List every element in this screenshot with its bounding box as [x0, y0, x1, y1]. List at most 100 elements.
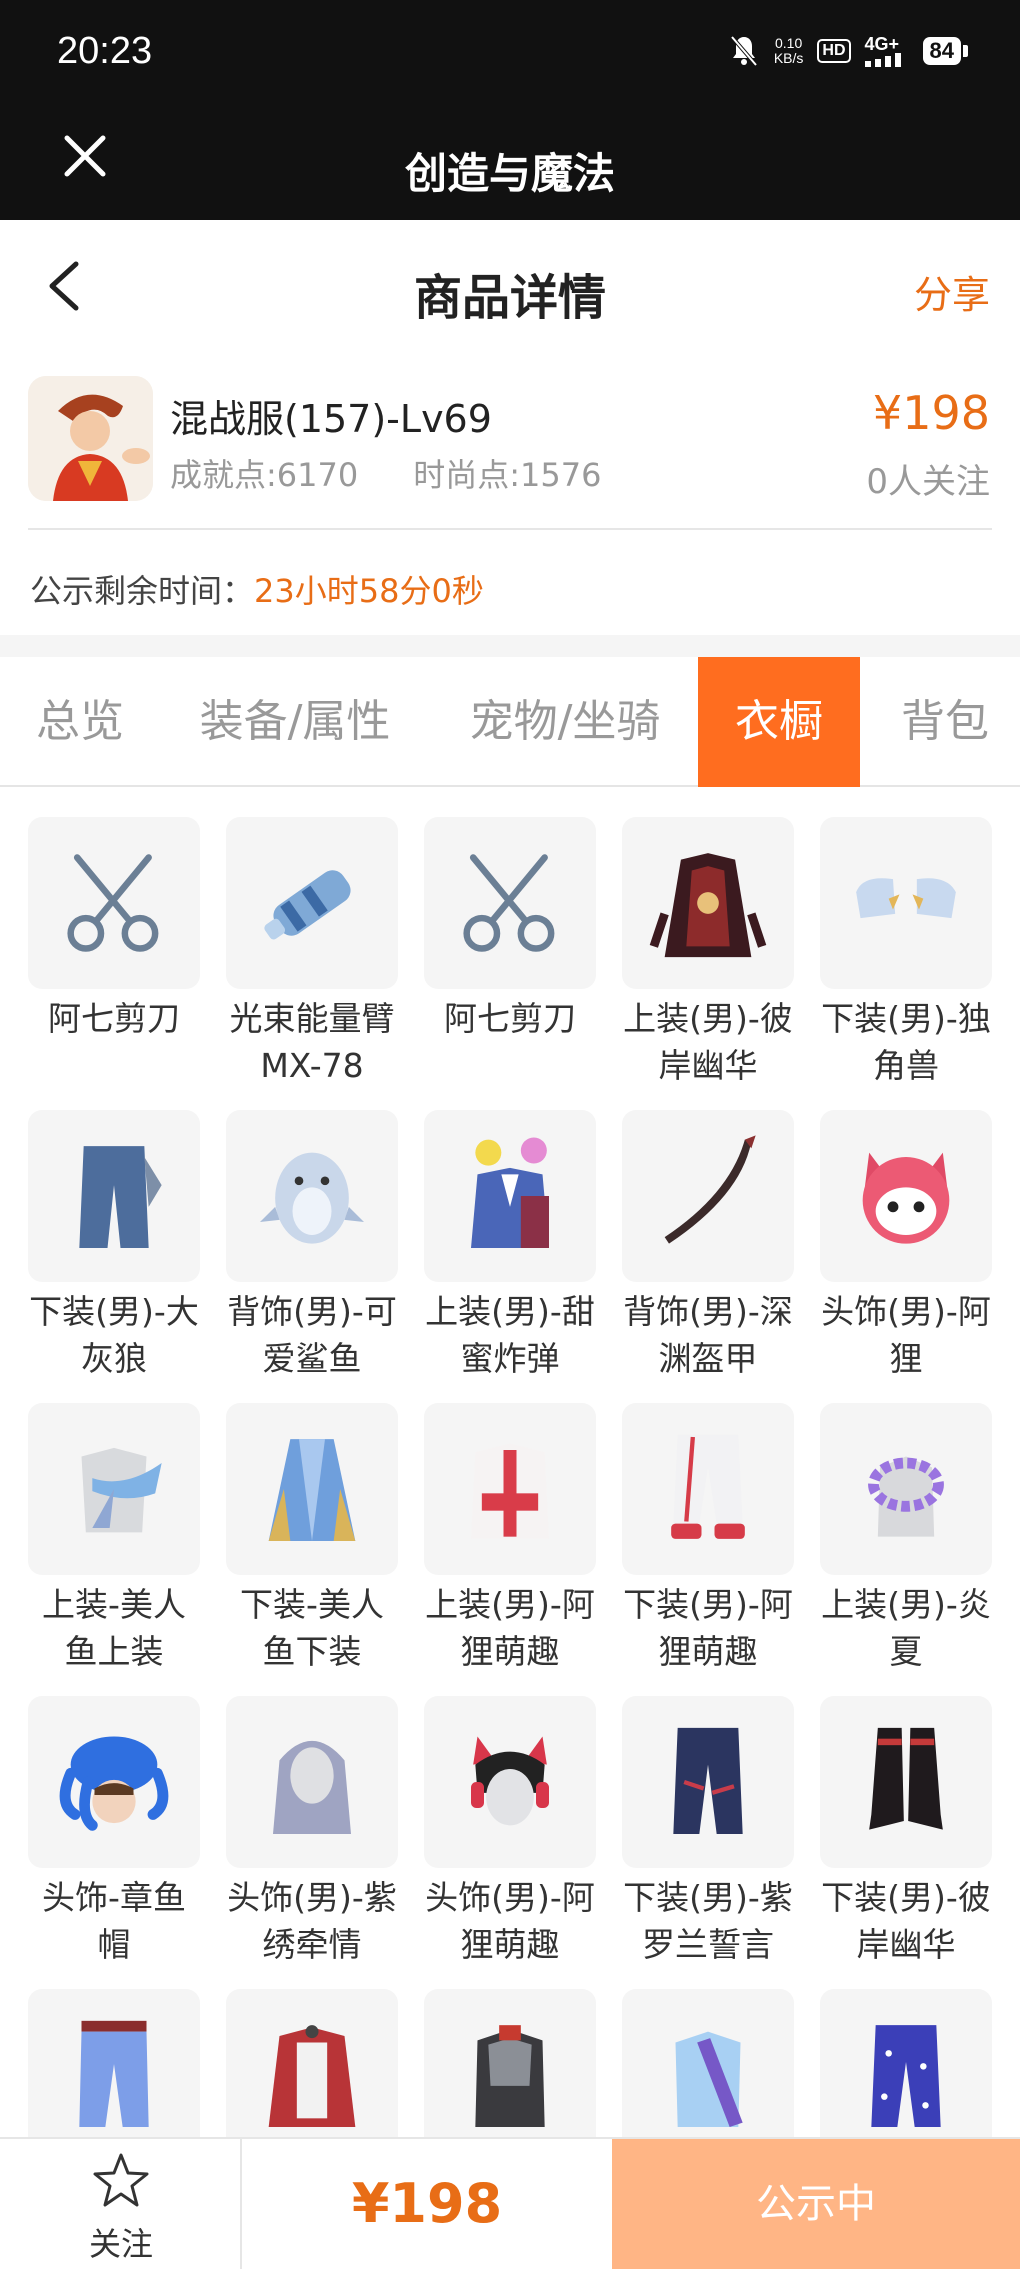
app-bar: 创造与魔法: [0, 110, 1020, 220]
wardrobe-item[interactable]: 头饰(男)-阿狸: [820, 1110, 992, 1382]
wardrobe-item-label: 头饰(男)-阿狸: [821, 1292, 991, 1378]
wardrobe-item-thumbnail: [226, 1989, 398, 2161]
wardrobe-item-thumbnail: [424, 1989, 596, 2161]
wardrobe-item[interactable]: 下装(男)-大 灰狼: [28, 1110, 200, 1382]
bottom-bar: 关注 ¥198 公示中: [0, 2137, 1020, 2269]
tab-backpack[interactable]: 背包: [870, 657, 1020, 787]
octopus-hat-icon: [59, 1736, 169, 1831]
wardrobe-item-label: 上装(男)-阿 狸萌趣: [425, 1585, 595, 1671]
wardrobe-item-thumbnail: [820, 1110, 992, 1282]
jeans-icon: [673, 1727, 743, 1834]
wardrobe-item-thumbnail: [424, 817, 596, 989]
wardrobe-item-label: 下装(男)-紫 罗兰誓言: [623, 1878, 793, 1964]
wardrobe-item[interactable]: 上装(男)-炎夏: [820, 1403, 992, 1675]
wardrobe-item-thumbnail: [226, 1110, 398, 1282]
wardrobe-item-thumbnail: [424, 1696, 596, 1868]
bottom-price: ¥198: [351, 2172, 503, 2235]
character-portrait-icon: [28, 376, 153, 501]
wardrobe-item-label: 阿七剪刀: [48, 999, 180, 1038]
blue-top-icon: [675, 2031, 743, 2127]
arm-cannon-icon: [264, 870, 351, 940]
tab-pets[interactable]: 宠物/坐骑: [440, 657, 690, 787]
status-icons: 0.10 KB/s HD 4G+ 84: [728, 34, 968, 68]
wardrobe-item-label: 上装(男)-甜 蜜炸弹: [425, 1292, 595, 1378]
signal-indicator: 4G+: [864, 35, 909, 67]
divider: [28, 528, 992, 530]
wardrobe-item-thumbnail: [820, 1989, 992, 2161]
wardrobe-item-thumbnail: [28, 1696, 200, 1868]
wardrobe-item[interactable]: 头饰(男)-阿 狸萌趣: [424, 1696, 596, 1968]
product-name: 混战服(157)-Lv69: [170, 397, 492, 441]
suit-icon: [471, 1137, 549, 1248]
wardrobe-item-label: 阿七剪刀: [444, 999, 576, 1038]
wardrobe-item[interactable]: 上装(男)-彼 岸幽华: [622, 817, 794, 1089]
battery-cap: [963, 45, 968, 57]
wardrobe-item[interactable]: 背饰(男)-可 爱鲨鱼: [226, 1110, 398, 1382]
scissors-icon: [463, 854, 555, 952]
wardrobe-item-thumbnail: [226, 1403, 398, 1575]
wardrobe-item[interactable]: 下装(男)-独 角兽: [820, 817, 992, 1089]
tab-wardrobe[interactable]: 衣橱: [698, 657, 860, 787]
publicity-notice: 公示剩余时间：23小时58分0秒: [30, 566, 484, 612]
wardrobe-item[interactable]: 阿七剪刀: [424, 817, 596, 1042]
wardrobe-item-thumbnail: [622, 1989, 794, 2161]
boots-icon: [856, 878, 956, 919]
page-header: 商品详情 分享: [0, 220, 1020, 350]
wardrobe-item-thumbnail: [622, 1110, 794, 1282]
wardrobe-item[interactable]: 头饰-章鱼帽: [28, 1696, 200, 1968]
net-speed: 0.10 KB/s: [773, 35, 804, 66]
wardrobe-item-label: 光束能量臂 MX-78: [229, 999, 395, 1085]
wardrobe-item-label: 背饰(男)-深 渊盔甲: [623, 1292, 793, 1378]
wardrobe-item[interactable]: 下装(男)-阿 狸萌趣: [622, 1403, 794, 1675]
follow-label: 关注: [88, 2225, 153, 2263]
long-hair-icon: [273, 1740, 351, 1834]
wardrobe-item-label: 下装(男)-彼 岸幽华: [821, 1878, 991, 1964]
wardrobe-item[interactable]: 上装(男)-甜 蜜炸弹: [424, 1110, 596, 1382]
wardrobe-item-thumbnail: [820, 817, 992, 989]
status-time: 20:23: [57, 30, 153, 72]
product-stats: 成就点:6170 时尚点:1576: [170, 450, 601, 496]
wardrobe-item-label: 头饰(男)-阿 狸萌趣: [425, 1878, 595, 1964]
red-cape-icon: [268, 2025, 356, 2127]
mermaid-skirt-icon: [268, 1439, 356, 1541]
wardrobe-item[interactable]: 背饰(男)-深 渊盔甲: [622, 1110, 794, 1382]
wardrobe-item-thumbnail: [28, 1403, 200, 1575]
wardrobe-item[interactable]: 下装(男)-紫 罗兰誓言: [622, 1696, 794, 1968]
fashion-points: 时尚点:1576: [413, 456, 602, 494]
blue-pants-icon: [79, 2020, 149, 2127]
wardrobe-item-label: 上装(男)-炎夏: [821, 1585, 991, 1671]
wardrobe-item[interactable]: 上装(男)-阿 狸萌趣: [424, 1403, 596, 1675]
publicity-status-button[interactable]: 公示中: [612, 2139, 1020, 2269]
wardrobe-item-thumbnail: [820, 1403, 992, 1575]
page-title: 商品详情: [413, 270, 606, 326]
hd-badge: HD: [817, 39, 851, 63]
wardrobe-item[interactable]: 头饰(男)-紫 绣牵情: [226, 1696, 398, 1968]
lei-icon: [868, 1456, 944, 1537]
character-avatar: [28, 376, 153, 501]
wardrobe-item[interactable]: 光束能量臂 MX-78: [226, 817, 398, 1089]
wardrobe-item[interactable]: 阿七剪刀: [28, 817, 200, 1042]
wardrobe-item-label: 头饰(男)-紫 绣牵情: [227, 1878, 397, 1964]
share-button[interactable]: 分享: [914, 264, 990, 319]
wardrobe-item-label: 上装(男)-彼 岸幽华: [623, 999, 793, 1085]
pants-icon: [79, 1146, 162, 1248]
wardrobe-item-thumbnail: [424, 1110, 596, 1282]
hoodie-icon: [471, 1443, 549, 1539]
tab-overview[interactable]: 总览: [0, 657, 160, 787]
wardrobe-item[interactable]: 上装-美人 鱼上装: [28, 1403, 200, 1675]
wardrobe-item[interactable]: 下装(男)-彼 岸幽华: [820, 1696, 992, 1968]
wardrobe-item-label: 头饰-章鱼帽: [42, 1878, 186, 1964]
countdown-timer: 23小时58分0秒: [254, 572, 484, 610]
tab-equipment[interactable]: 装备/属性: [170, 657, 420, 787]
battery-level: 84: [922, 37, 961, 65]
wardrobe-item-label: 下装(男)-阿 狸萌趣: [623, 1585, 793, 1671]
wardrobe-item-thumbnail: [28, 1989, 200, 2161]
black-boots-icon: [869, 1727, 943, 1830]
follow-button[interactable]: 关注: [0, 2139, 242, 2269]
wardrobe-item[interactable]: 下装-美人 鱼下装: [226, 1403, 398, 1675]
wardrobe-item-label: 下装(男)-大 灰狼: [29, 1292, 199, 1378]
shark-icon: [260, 1152, 364, 1244]
wardrobe-item-thumbnail: [226, 1696, 398, 1868]
mute-bell-icon: [730, 35, 758, 67]
signal-icon: [864, 53, 901, 67]
